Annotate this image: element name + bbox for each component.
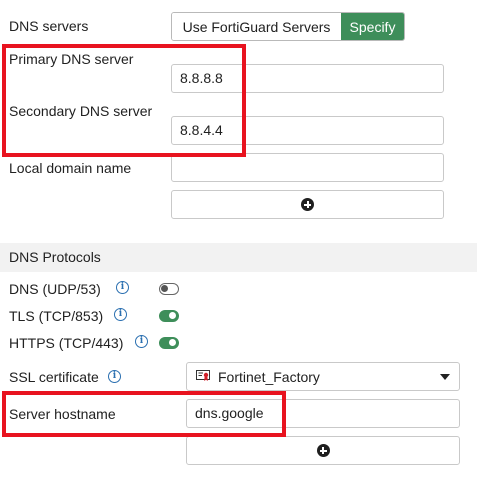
https-label: HTTPS (TCP/443) (9, 335, 124, 351)
local-domain-input[interactable] (171, 153, 444, 182)
local-domain-label: Local domain name (9, 160, 132, 176)
plus-circle-icon (301, 198, 314, 211)
secondary-dns-label: Secondary DNS server (9, 103, 153, 119)
info-icon[interactable]: i (135, 335, 148, 348)
primary-dns-input[interactable]: 8.8.8.8 (171, 64, 444, 93)
info-icon[interactable]: i (116, 281, 129, 294)
use-fortiguard-servers-button[interactable]: Use FortiGuard Servers (172, 13, 341, 40)
server-hostname-label: Server hostname (9, 406, 116, 422)
section-title: DNS Protocols (9, 249, 101, 265)
dns-protocols-header: DNS Protocols (0, 243, 477, 272)
ssl-certificate-select[interactable]: Fortinet_Factory (186, 362, 460, 391)
tls-toggle[interactable] (159, 310, 179, 322)
dns-udp-toggle[interactable] (159, 283, 179, 295)
certificate-icon (196, 370, 210, 381)
add-server-hostname-button[interactable] (186, 436, 460, 465)
info-icon[interactable]: i (114, 308, 127, 321)
tls-label: TLS (TCP/853) (9, 308, 104, 324)
secondary-dns-input[interactable]: 8.8.4.4 (171, 116, 444, 145)
plus-circle-icon (316, 444, 330, 457)
primary-dns-label: Primary DNS server (9, 51, 134, 67)
add-local-domain-button[interactable] (171, 190, 444, 219)
https-toggle[interactable] (159, 337, 179, 349)
ssl-certificate-value: Fortinet_Factory (218, 369, 320, 385)
info-icon[interactable]: i (108, 370, 121, 383)
server-hostname-input[interactable]: dns.google (186, 399, 460, 428)
chevron-down-icon (440, 374, 450, 380)
dns-server-mode-toggle: Use FortiGuard Servers Specify (171, 12, 405, 41)
dns-servers-label: DNS servers (9, 18, 89, 34)
ssl-certificate-label: SSL certificate (9, 369, 99, 385)
specify-button[interactable]: Specify (341, 13, 404, 40)
dns-udp-label: DNS (UDP/53) (9, 281, 101, 297)
